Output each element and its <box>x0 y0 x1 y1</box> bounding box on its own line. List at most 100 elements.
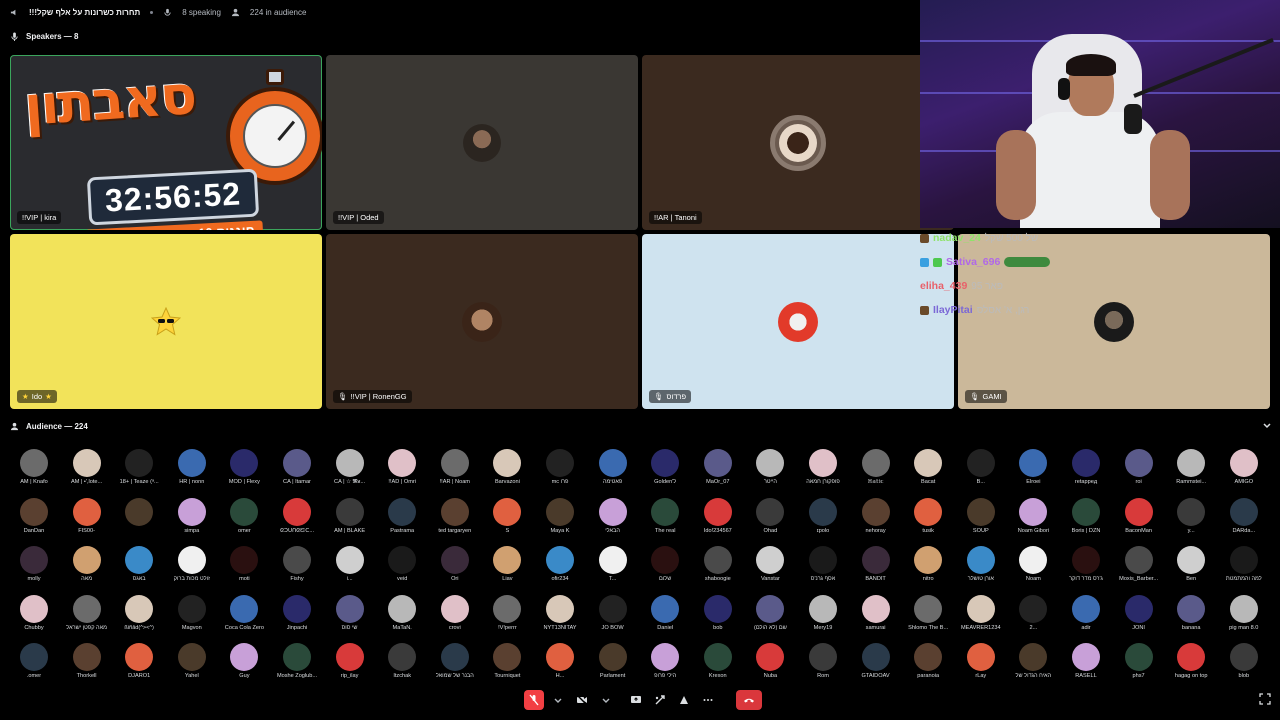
audience-member[interactable]: Itzchak <box>376 640 428 689</box>
audience-member[interactable]: באגס <box>113 543 165 592</box>
audience-member[interactable]: nitro <box>902 543 954 592</box>
audience-member[interactable]: Elroei <box>1007 446 1059 495</box>
audience-member[interactable]: roi <box>1113 446 1165 495</box>
audience-member[interactable]: molly <box>8 543 60 592</box>
audience-member[interactable]: Vanstar <box>744 543 796 592</box>
audience-member[interactable]: tusik <box>902 495 954 544</box>
audience-member[interactable]: אורן טושלר <box>955 543 1007 592</box>
audience-member[interactable]: RASELL <box>1060 640 1112 689</box>
audience-member[interactable]: מאה קפטן ישראל <box>61 592 113 641</box>
audience-member[interactable]: NYT13NITAY <box>534 592 586 641</box>
audience-member[interactable]: Bacat <box>902 446 954 495</box>
audience-member[interactable]: ofir234 <box>534 543 586 592</box>
speaker-tile-tanoni[interactable]: !!AR | Tanoni <box>642 55 954 230</box>
audience-member[interactable]: Daniel <box>639 592 691 641</box>
audience-member[interactable]: Guy <box>218 640 270 689</box>
audience-member[interactable]: !!AD | Omri <box>376 446 428 495</box>
audience-member[interactable]: DARda... <box>1218 495 1270 544</box>
audience-member[interactable]: SOUP <box>955 495 1007 544</box>
audience-member[interactable]: ßiñåd(^><^) <box>113 592 165 641</box>
audience-member[interactable]: Parlament <box>587 640 639 689</box>
audience-member[interactable]: Moshe Zoglub... <box>271 640 323 689</box>
audience-member[interactable]: הייטר <box>744 446 796 495</box>
audience-member[interactable]: Golden'ל <box>639 446 691 495</box>
audience-member[interactable]: BaconMan <box>1113 495 1165 544</box>
audience-member[interactable]: Yahel <box>166 640 218 689</box>
audience-member[interactable]: Rom <box>797 640 849 689</box>
audience-member[interactable]: nehoray <box>850 495 902 544</box>
audience-member[interactable]: !!AR | Noam <box>429 446 481 495</box>
audience-member[interactable]: DJARO1 <box>113 640 165 689</box>
audience-member[interactable]: Fishy <box>271 543 323 592</box>
audience-member[interactable]: crovi <box>429 592 481 641</box>
audience-member[interactable]: Liav <box>481 543 533 592</box>
audience-member[interactable]: moti <box>218 543 270 592</box>
audience-member[interactable]: JONI <box>1113 592 1165 641</box>
audience-member[interactable]: MOD | Flexy <box>218 446 270 495</box>
audience-member[interactable]: הבנר של שמואל <box>429 640 481 689</box>
audience-member[interactable]: Chubby <box>8 592 60 641</box>
audience-member[interactable]: AM | BLAKE <box>324 495 376 544</box>
audience-member[interactable]: Noam <box>1007 543 1059 592</box>
audience-member[interactable]: DanDan <box>8 495 60 544</box>
mic-options-button[interactable] <box>548 690 568 710</box>
speaker-tile-kira[interactable]: סאבתון 32:56:52 חוגגים 10 שנים של שידורי… <box>10 55 322 230</box>
audience-member[interactable]: מאה <box>61 543 113 592</box>
camera-options-button[interactable] <box>596 690 616 710</box>
audience-member[interactable]: Ben <box>1165 543 1217 592</box>
audience-member[interactable]: banana <box>1165 592 1217 641</box>
mute-button[interactable] <box>524 690 544 710</box>
audience-member[interactable]: B... <box>955 446 1007 495</box>
audience-member[interactable]: AM | Knafo <box>8 446 60 495</box>
audience-member[interactable]: פופקורן חמאה <box>797 446 849 495</box>
audience-member[interactable]: הילי פרופ <box>639 640 691 689</box>
chevron-down-icon[interactable] <box>1262 421 1272 431</box>
audience-member[interactable]: AM | •',lote... <box>61 446 113 495</box>
audience-member[interactable]: HR | nonn <box>166 446 218 495</box>
audience-member[interactable]: האיח הגדול של <box>1007 640 1059 689</box>
audience-member[interactable]: blob <box>1218 640 1270 689</box>
audience-member[interactable]: Jinpachi <box>271 592 323 641</box>
audience-member[interactable]: 18+ | Teaze (ᵃ... <box>113 446 165 495</box>
audience-member[interactable]: ᘓᑐᑌᑎᘓᘿᑕ... <box>271 495 323 544</box>
audience-member[interactable]: bob <box>692 592 744 641</box>
screen-share-button[interactable] <box>626 690 646 710</box>
audience-member[interactable]: omer <box>218 495 270 544</box>
audience-member[interactable]: T... <box>587 543 639 592</box>
audience-member[interactable]: Thorkell <box>61 640 113 689</box>
audience-member[interactable]: פאטימה <box>587 446 639 495</box>
camera-button[interactable] <box>572 690 592 710</box>
audience-member[interactable]: mc פרו <box>534 446 586 495</box>
audience-member[interactable]: Rammstei... <box>1165 446 1217 495</box>
audience-member[interactable]: .omer <box>8 640 60 689</box>
audience-member[interactable]: y... <box>1165 495 1217 544</box>
audience-member[interactable]: veid <box>376 543 428 592</box>
audience-member[interactable]: Maya K <box>534 495 586 544</box>
audience-member[interactable]: retappeд <box>1060 446 1112 495</box>
audience-member[interactable]: MaTaN. <box>376 592 428 641</box>
audience-member[interactable]: Ido!234567 <box>692 495 744 544</box>
audience-member[interactable]: שלום <box>639 543 691 592</box>
audience-member[interactable]: S <box>481 495 533 544</box>
audience-member[interactable]: Ori <box>429 543 481 592</box>
more-button[interactable] <box>698 690 718 710</box>
audience-member[interactable]: Moxis_Barber... <box>1113 543 1165 592</box>
audience-member[interactable]: H... <box>534 640 586 689</box>
audience-member[interactable]: GTAIDOAV <box>850 640 902 689</box>
audience-member[interactable]: FIS00- <box>61 495 113 544</box>
audience-member[interactable]: ted targaryen <box>429 495 481 544</box>
disconnect-button[interactable] <box>736 690 762 710</box>
audience-member[interactable]: ɪpolo <box>797 495 849 544</box>
audience-member[interactable]: !V!perrr <box>481 592 533 641</box>
audience-member[interactable]: זולט מכות ברוק <box>166 543 218 592</box>
audience-member[interactable]: Tourniquet <box>481 640 533 689</box>
audience-member[interactable]: Ohad <box>744 495 796 544</box>
audience-member[interactable]: The real <box>639 495 691 544</box>
audience-member[interactable]: Boris | DZN <box>1060 495 1112 544</box>
audience-member[interactable] <box>113 495 165 544</box>
fullscreen-icon[interactable] <box>1258 692 1272 706</box>
audience-member[interactable]: rip_ilay <box>324 640 376 689</box>
audience-member[interactable]: ג'רס מדר דוקר <box>1060 543 1112 592</box>
speaker-tile-pardus[interactable]: 🎙 פרדוס <box>642 234 954 409</box>
audience-member[interactable]: Coca Cola Zero <box>218 592 270 641</box>
